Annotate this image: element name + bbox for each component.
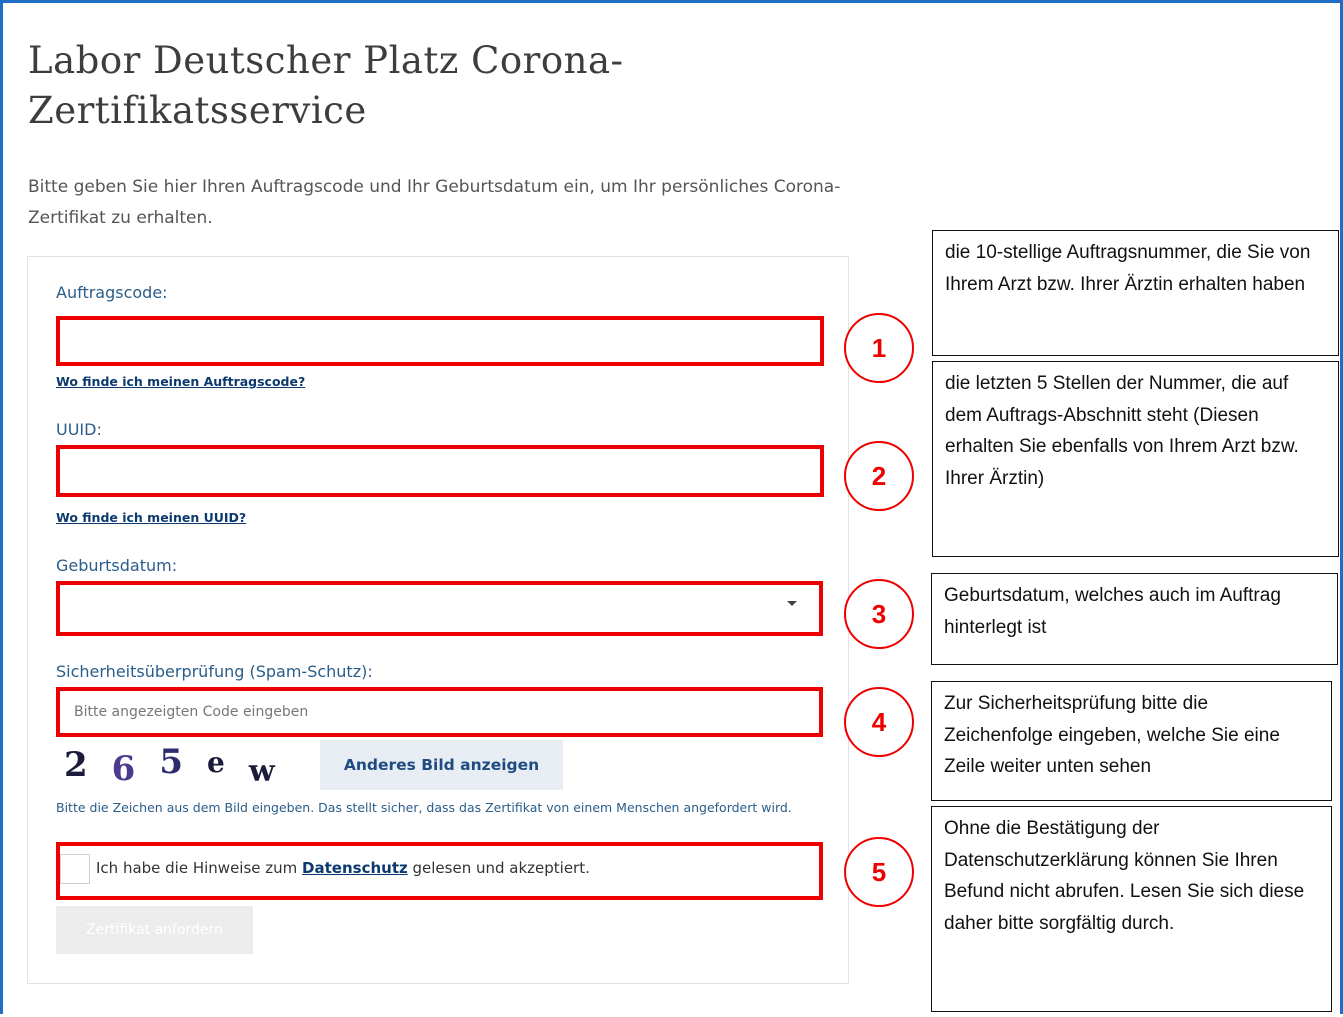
annotation-marker-1: 1 xyxy=(844,313,914,383)
auftragscode-input[interactable] xyxy=(60,320,820,362)
captcha-label: Sicherheitsüberprüfung (Spam-Schutz): xyxy=(56,662,373,681)
page-title: Labor Deutscher Platz Corona-Zertifikats… xyxy=(28,39,624,132)
uuid-input[interactable] xyxy=(60,449,820,493)
geburtsdatum-label: Geburtsdatum: xyxy=(56,556,178,575)
annotation-marker-2: 2 xyxy=(844,441,914,511)
captcha-note: Bitte die Zeichen aus dem Bild eingeben.… xyxy=(56,800,792,815)
uuid-label: UUID: xyxy=(56,420,102,439)
annotation-marker-4: 4 xyxy=(844,687,914,757)
uuid-help-link[interactable]: Wo finde ich meinen UUID? xyxy=(56,510,246,525)
captcha-char: 2 xyxy=(64,745,88,785)
captcha-char: e xyxy=(207,745,225,779)
uuid-field-wrapper xyxy=(56,445,824,497)
geburtsdatum-select[interactable] xyxy=(56,581,823,636)
datenschutz-link[interactable]: Datenschutz xyxy=(302,859,408,877)
consent-text: Ich habe die Hinweise zum Datenschutz ge… xyxy=(96,859,590,877)
captcha-image: 2 6 5 e w xyxy=(56,740,322,790)
auftragscode-field-wrapper xyxy=(56,316,824,366)
consent-text-before: Ich habe die Hinweise zum xyxy=(96,859,303,877)
annotation-marker-5: 5 xyxy=(844,837,914,907)
auftragscode-help-link[interactable]: Wo finde ich meinen Auftragscode? xyxy=(56,374,305,389)
reload-captcha-button[interactable]: Anderes Bild anzeigen xyxy=(320,740,563,790)
consent-text-after: gelesen und akzeptiert. xyxy=(407,859,590,877)
annotation-marker-3: 3 xyxy=(844,579,914,649)
captcha-char: w xyxy=(248,753,275,789)
consent-checkbox[interactable] xyxy=(60,854,90,884)
annotation-callout-5: Ohne die Bestätigung der Datenschutzerkl… xyxy=(931,806,1332,1012)
captcha-char: 5 xyxy=(159,742,184,782)
intro-text: Bitte geben Sie hier Ihren Auftragscode … xyxy=(28,177,841,228)
annotation-callout-1: die 10-stellige Auftragsnummer, die Sie … xyxy=(932,230,1339,356)
captcha-input[interactable] xyxy=(60,691,819,733)
caret-down-icon xyxy=(787,601,797,606)
consent-row: Ich habe die Hinweise zum Datenschutz ge… xyxy=(56,842,823,900)
submit-button[interactable]: Zertifikat anfordern xyxy=(56,906,253,954)
captcha-char: 6 xyxy=(111,749,136,789)
annotation-callout-4: Zur Sicherheitsprüfung bitte die Zeichen… xyxy=(931,681,1332,801)
captcha-field-wrapper xyxy=(56,687,823,737)
auftragscode-label: Auftragscode: xyxy=(56,283,168,302)
annotation-callout-3: Geburtsdatum, welches auch im Auftrag hi… xyxy=(931,573,1338,665)
annotation-callout-2: die letzten 5 Stellen der Nummer, die au… xyxy=(932,361,1339,557)
